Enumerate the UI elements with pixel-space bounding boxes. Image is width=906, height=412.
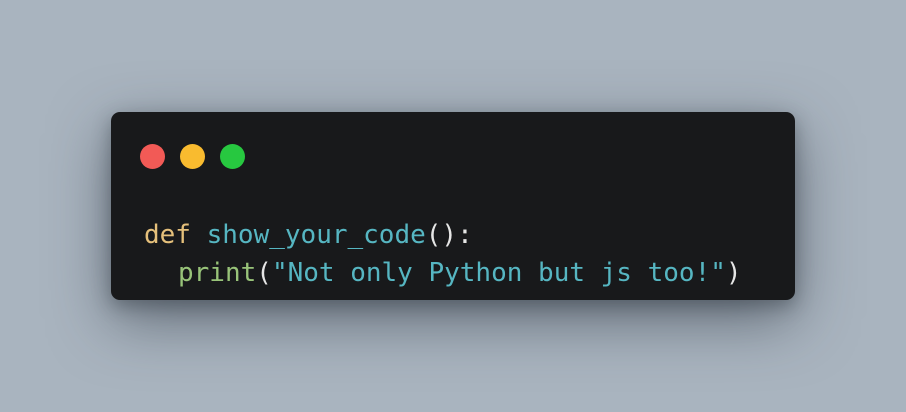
code-line-2: print("Not only Python but js too!")	[144, 254, 742, 292]
colon: :	[457, 220, 473, 250]
string-literal: "Not only Python but js too!"	[271, 258, 726, 288]
parentheses: ()	[425, 220, 458, 250]
code-window: def show_your_code(): print("Not only Pyt…	[111, 112, 795, 300]
zoom-dot-icon[interactable]	[220, 144, 245, 169]
function-name: show_your_code	[206, 220, 426, 250]
minimize-dot-icon[interactable]	[180, 144, 205, 169]
builtin-print: print	[178, 258, 257, 288]
keyword-def: def	[144, 220, 191, 250]
close-dot-icon[interactable]	[140, 144, 165, 169]
code-block: def show_your_code(): print("Not only Pyt…	[144, 216, 742, 292]
window-controls	[140, 144, 245, 169]
open-paren: (	[256, 258, 272, 288]
close-paren: )	[725, 258, 742, 288]
code-line-1: def show_your_code():	[144, 216, 742, 254]
